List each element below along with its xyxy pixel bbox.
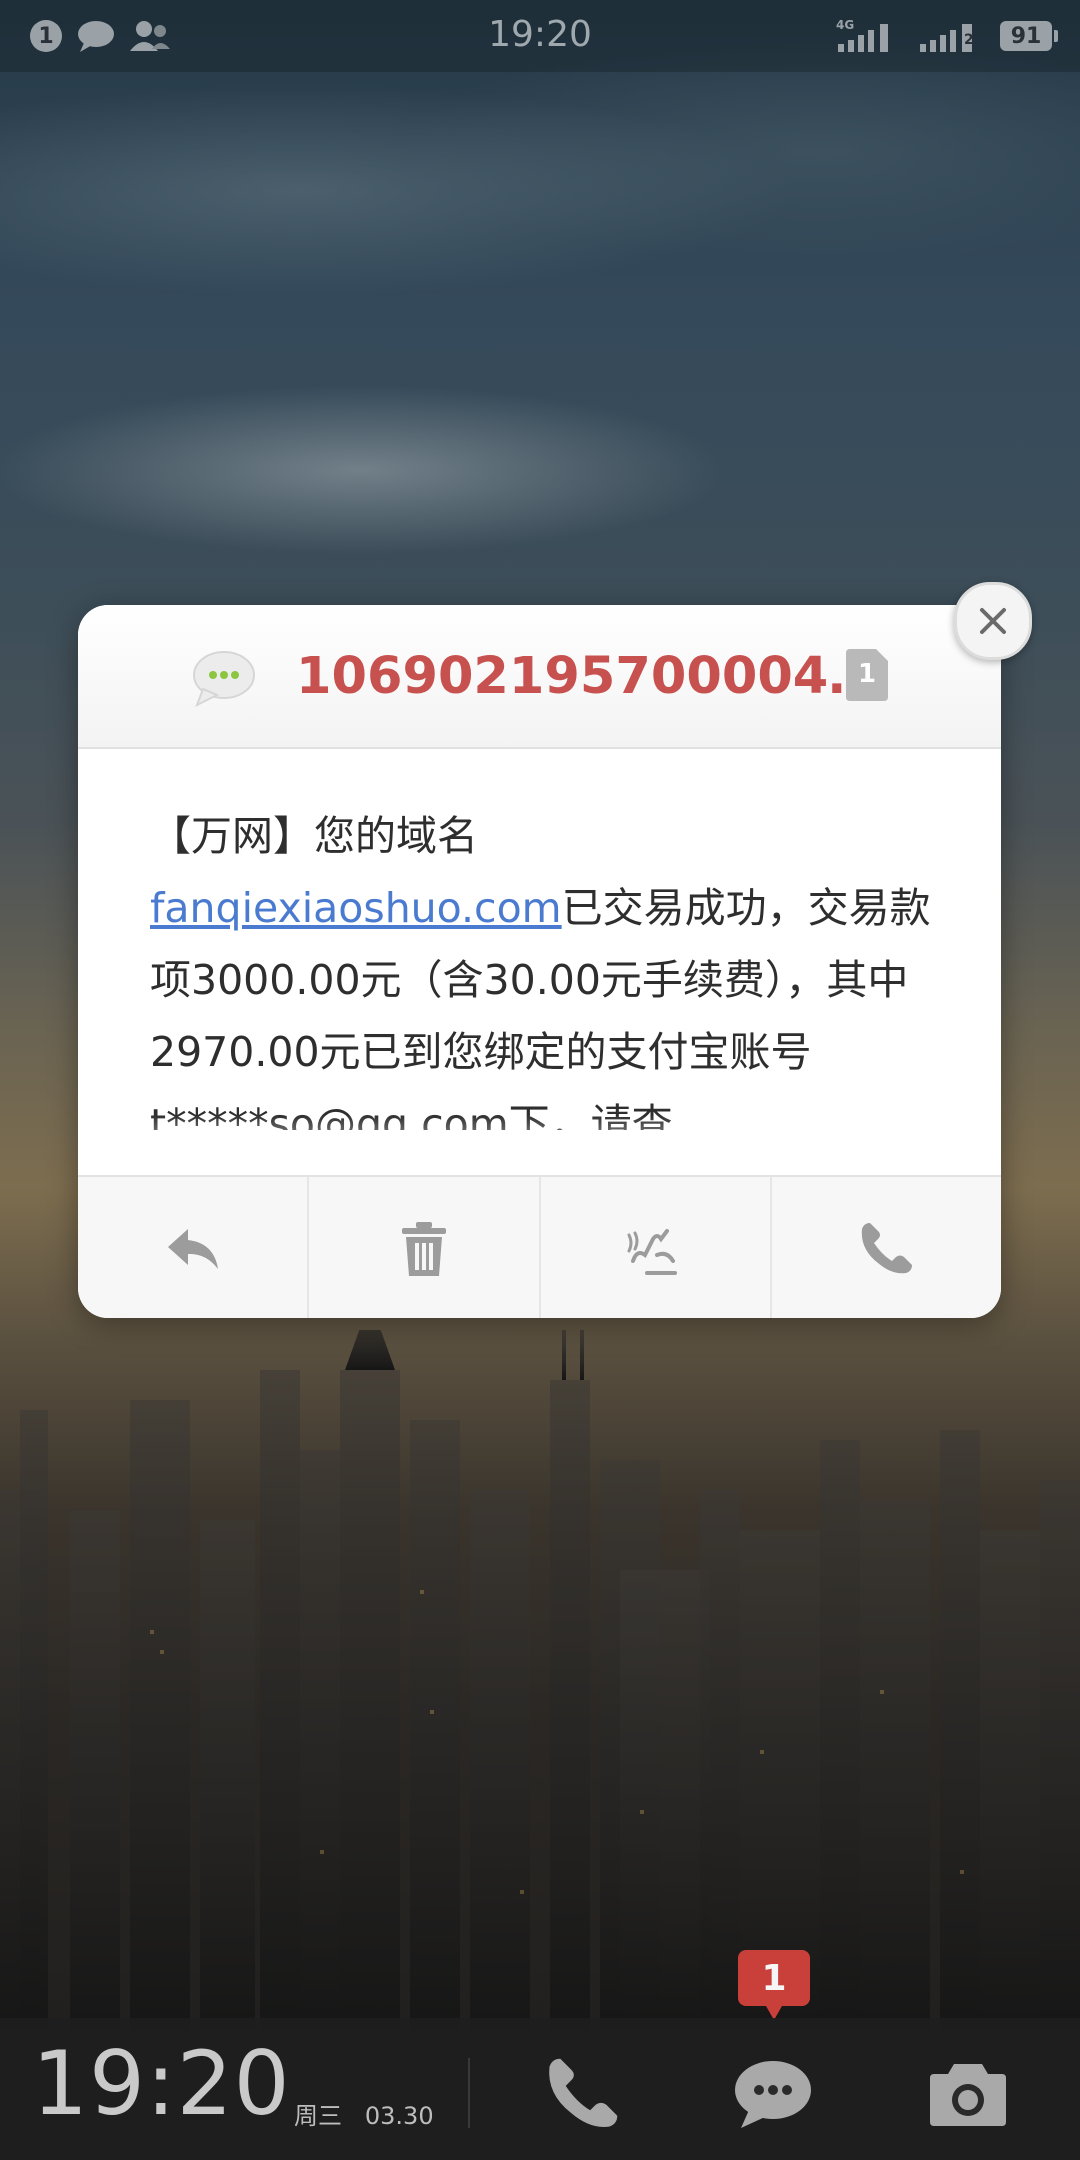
message-body[interactable]: 【万网】您的域名 fanqiexiaoshuo.com已交易成功，交易款项300… xyxy=(150,800,940,1130)
call-button[interactable] xyxy=(772,1177,1001,1318)
message-app-icon xyxy=(193,651,255,707)
messages-shortcut[interactable] xyxy=(733,2056,813,2132)
dialer-shortcut[interactable] xyxy=(542,2056,622,2132)
trash-icon xyxy=(401,1221,446,1276)
signal-sim2-icon: 2 xyxy=(918,18,978,54)
camera-icon xyxy=(930,2064,1006,2126)
delete-button[interactable] xyxy=(309,1177,541,1318)
sim-card-icon: 1 xyxy=(846,649,888,701)
domain-link[interactable]: fanqiexiaoshuo.com xyxy=(150,884,562,932)
lockscreen-bottom-bar: 19:20 周三 03.30 xyxy=(0,2018,1080,2160)
unread-badge: 1 xyxy=(738,1950,810,2020)
reply-button[interactable] xyxy=(78,1177,310,1318)
lock-date: 周三 03.30 xyxy=(294,2096,434,2131)
wave-hand-icon xyxy=(627,1228,678,1275)
sim-slot-label: 1 xyxy=(857,659,877,689)
reply-icon xyxy=(167,1228,218,1269)
dialog-actions xyxy=(78,1175,1001,1318)
network-type-label: 4G xyxy=(836,18,855,32)
battery-icon: 91 xyxy=(1000,21,1058,51)
signal-4g-icon: 4G xyxy=(836,18,896,54)
body-fade xyxy=(78,1115,1001,1180)
sms-popup-dialog: 1069021957000040... 1 【万网】您的域名 fanqiexia… xyxy=(78,605,1001,1318)
close-icon xyxy=(980,608,1006,634)
sim2-label: 2 xyxy=(964,32,974,48)
phone-icon xyxy=(862,1222,913,1273)
status-bar: 1 19:20 4G 2 91 xyxy=(0,0,1080,72)
phone-icon xyxy=(549,2058,618,2127)
status-indicators: 4G 2 91 xyxy=(836,18,1058,54)
lock-weekday: 周三 xyxy=(294,2102,342,2130)
divider xyxy=(468,2058,470,2128)
sender-number: 1069021957000040... xyxy=(296,647,886,706)
close-button[interactable] xyxy=(954,582,1032,660)
lock-time: 19:20 xyxy=(32,2032,291,2135)
city-skyline xyxy=(0,1330,1080,2030)
lock-date-value: 03.30 xyxy=(364,2102,434,2130)
chat-bubble-icon xyxy=(735,2061,811,2128)
dialog-header: 1069021957000040... 1 xyxy=(78,605,1001,749)
mark-read-button[interactable] xyxy=(541,1177,772,1318)
camera-shortcut[interactable] xyxy=(928,2056,1008,2132)
message-text-prefix: 【万网】您的域名 xyxy=(150,812,478,860)
